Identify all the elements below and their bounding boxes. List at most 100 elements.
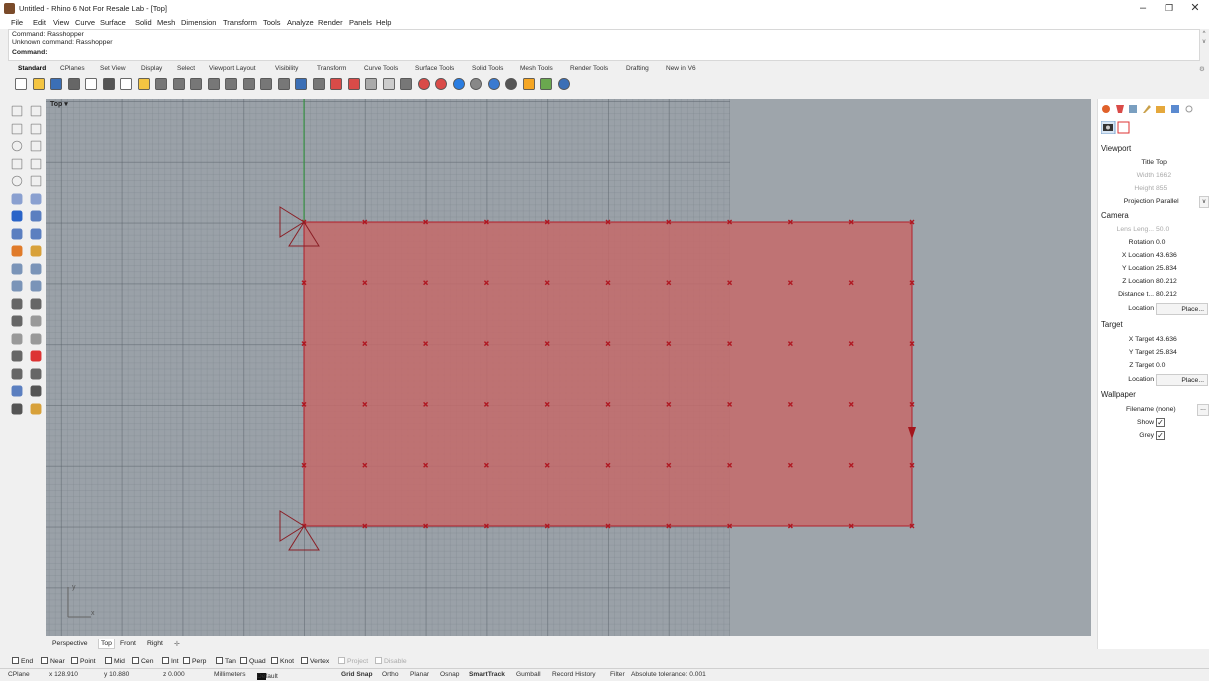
explode-icon[interactable]: [30, 298, 42, 309]
rendered-icon[interactable]: [347, 78, 360, 90]
sun-icon[interactable]: [505, 78, 517, 90]
osnap-mid-checkbox[interactable]: Mid: [105, 657, 125, 665]
menu-curve[interactable]: Curve: [75, 18, 95, 27]
browse-button[interactable]: ...: [1197, 404, 1209, 416]
minimize-button[interactable]: –: [1130, 1, 1156, 17]
filter-toggle[interactable]: Filter: [610, 671, 625, 678]
planar-toggle[interactable]: Planar: [410, 671, 429, 678]
cut-icon[interactable]: [102, 78, 115, 90]
top-viewport[interactable]: y x Top ▾: [46, 99, 1091, 636]
tab-curve-tools[interactable]: Curve Tools: [364, 65, 398, 72]
distance-value[interactable]: 80.212: [1156, 291, 1177, 298]
menu-surface[interactable]: Surface: [100, 18, 126, 27]
menu-render[interactable]: Render: [318, 18, 343, 27]
plane-icon[interactable]: [312, 78, 325, 90]
layer-icon[interactable]: [417, 78, 430, 90]
camera-place-button[interactable]: Place...: [1156, 303, 1208, 315]
osnap-knot-checkbox[interactable]: Knot: [271, 657, 294, 665]
block-icon[interactable]: [11, 368, 23, 379]
layer-icon[interactable]: [11, 385, 23, 397]
polygon-icon[interactable]: [11, 175, 23, 187]
pan-icon[interactable]: [172, 78, 185, 90]
open-icon[interactable]: [32, 78, 45, 90]
osnap-end-checkbox[interactable]: End: [12, 657, 33, 665]
x-target-value[interactable]: 43.636: [1156, 336, 1177, 343]
tab-surface-tools[interactable]: Surface Tools: [415, 65, 454, 72]
add-viewport-tab-icon[interactable]: ✛: [172, 639, 182, 649]
cplane-label[interactable]: CPlane: [8, 671, 30, 678]
zoom-icon[interactable]: [207, 78, 220, 90]
tab-select[interactable]: Select: [177, 65, 195, 72]
paint-icon[interactable]: [30, 403, 42, 414]
ghosted-icon[interactable]: [365, 78, 377, 90]
object-properties-icon[interactable]: [1117, 121, 1130, 134]
materials-icon[interactable]: [1116, 105, 1124, 113]
y-target-value[interactable]: 25.834: [1156, 349, 1177, 356]
circle-icon[interactable]: [11, 140, 23, 152]
more-icon[interactable]: [1185, 105, 1193, 113]
tab-right[interactable]: Right: [145, 639, 165, 648]
polyline-icon[interactable]: [11, 123, 23, 134]
select-icon[interactable]: [11, 105, 23, 117]
red-planar-surface[interactable]: [303, 221, 913, 527]
print-icon[interactable]: [67, 78, 80, 90]
osnap-point-checkbox[interactable]: Point: [71, 657, 96, 665]
osnap-int-checkbox[interactable]: Int: [162, 657, 179, 665]
tab-drafting[interactable]: Drafting: [626, 65, 649, 72]
menu-solid[interactable]: Solid: [135, 18, 152, 27]
arc-icon[interactable]: [11, 158, 23, 169]
gumball-toggle[interactable]: Gumball: [516, 671, 541, 678]
save-icon[interactable]: [50, 78, 62, 90]
folder-icon[interactable]: [1156, 106, 1165, 113]
sphere-icon[interactable]: [30, 210, 42, 222]
menu-mesh[interactable]: Mesh: [157, 18, 175, 27]
tab-cplanes[interactable]: CPlanes: [60, 65, 85, 72]
zoom-window-icon[interactable]: [225, 78, 237, 90]
boolean-icon[interactable]: [11, 245, 23, 257]
smarttrack-toggle[interactable]: SmartTrack: [469, 671, 505, 678]
tab-front[interactable]: Front: [118, 639, 138, 648]
tab-render-tools[interactable]: Render Tools: [570, 65, 608, 72]
point-icon[interactable]: [30, 105, 42, 117]
trim-icon[interactable]: [11, 280, 23, 292]
grey-checkbox[interactable]: ✓: [1156, 431, 1165, 440]
array-icon[interactable]: [11, 333, 23, 344]
curve-icon[interactable]: [30, 123, 42, 134]
edit-icon[interactable]: [1143, 105, 1151, 113]
ortho-toggle[interactable]: Ortho: [382, 671, 399, 678]
import-icon[interactable]: [85, 78, 97, 90]
x-location-value[interactable]: 43.636: [1156, 252, 1177, 259]
cylinder-icon[interactable]: [11, 228, 23, 239]
scale-icon[interactable]: [30, 333, 42, 344]
material-icon[interactable]: [435, 78, 447, 90]
command-prompt-input[interactable]: Command:: [12, 49, 48, 57]
tab-solid-tools[interactable]: Solid Tools: [472, 65, 503, 72]
tab-transform[interactable]: Transform: [317, 65, 346, 72]
rotate-view-icon[interactable]: [190, 78, 202, 90]
tab-top[interactable]: Top: [98, 639, 115, 649]
surface-icon[interactable]: [11, 193, 23, 204]
osnap-disable-checkbox[interactable]: Disable: [375, 657, 407, 665]
grid-icon[interactable]: [295, 78, 307, 90]
osnap-cen-checkbox[interactable]: Cen: [132, 657, 153, 665]
tab-perspective[interactable]: Perspective: [50, 639, 90, 648]
osnap-near-checkbox[interactable]: Near: [41, 657, 65, 665]
lock-icon[interactable]: [400, 78, 412, 90]
sphere-icon[interactable]: [452, 78, 465, 90]
loft-icon[interactable]: [30, 193, 42, 204]
extrude-icon[interactable]: [30, 228, 42, 239]
new-icon[interactable]: [15, 78, 27, 90]
mesh-shape-icon[interactable]: [30, 263, 42, 274]
osnap-perp-checkbox[interactable]: Perp: [183, 657, 206, 665]
group-icon[interactable]: [30, 368, 42, 379]
rectangle-icon[interactable]: [30, 158, 42, 169]
help-icon[interactable]: [557, 78, 570, 90]
y-location-value[interactable]: 25.834: [1156, 265, 1177, 272]
tab-set-view[interactable]: Set View: [100, 65, 126, 72]
close-button[interactable]: ✕: [1182, 1, 1208, 17]
check-icon[interactable]: [30, 385, 42, 397]
z-location-value[interactable]: 80.212: [1156, 278, 1177, 285]
zoom-extents-icon[interactable]: [242, 78, 255, 90]
move-icon[interactable]: [11, 315, 23, 327]
tab-standard[interactable]: Standard: [18, 65, 46, 72]
